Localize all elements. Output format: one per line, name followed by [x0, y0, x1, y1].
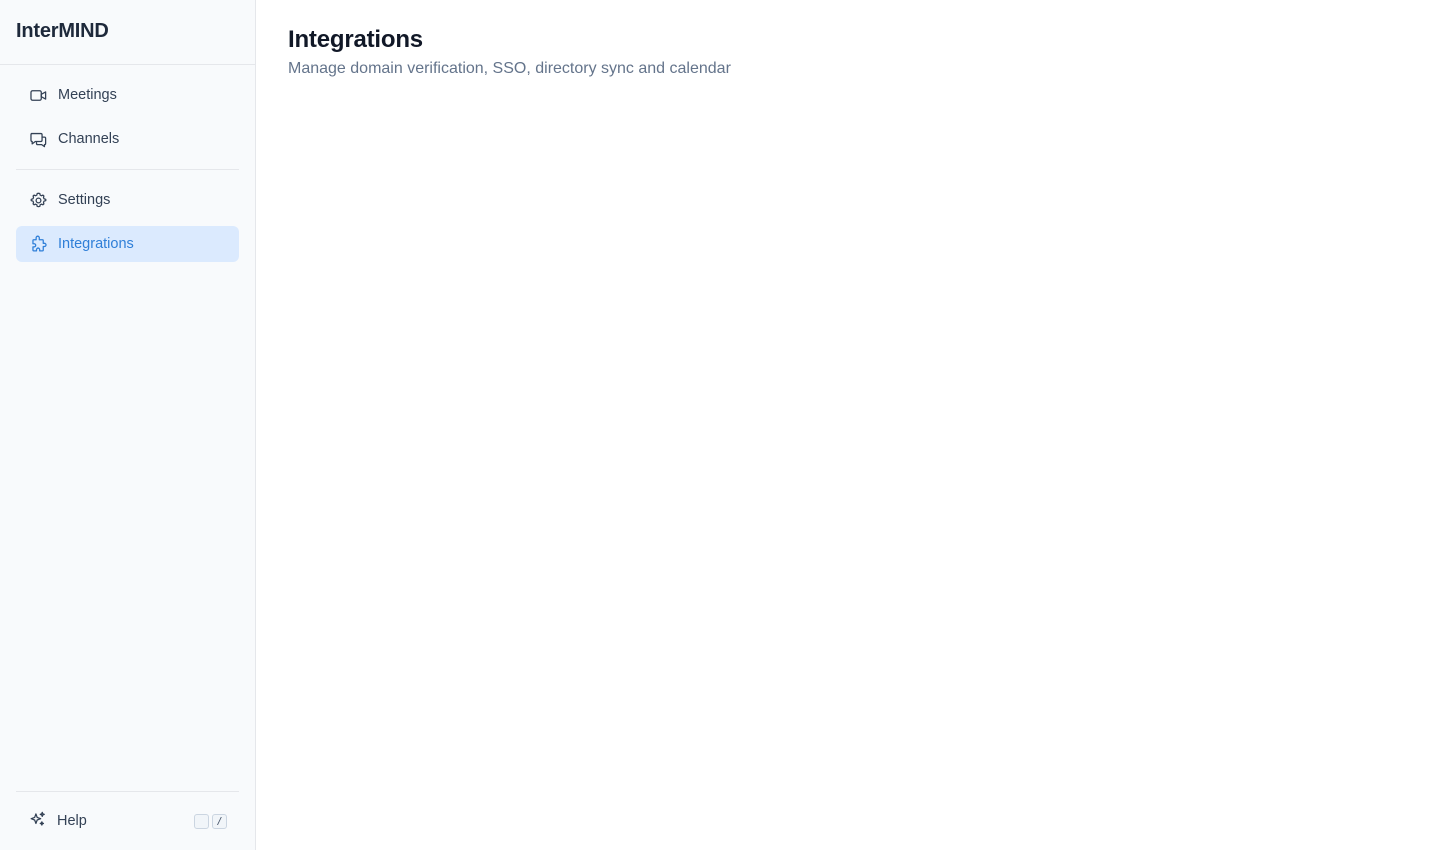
- puzzle-icon: [28, 234, 48, 254]
- nav-divider: [16, 169, 239, 170]
- sidebar-item-integrations[interactable]: Integrations: [16, 226, 239, 262]
- gear-icon: [28, 190, 48, 210]
- video-camera-icon: [28, 85, 48, 105]
- sidebar-item-settings[interactable]: Settings: [16, 182, 239, 218]
- keyboard-shortcut: /: [194, 813, 227, 829]
- chat-bubbles-icon: [28, 129, 48, 149]
- sidebar-item-label: Settings: [58, 192, 111, 208]
- sidebar-item-meetings[interactable]: Meetings: [16, 77, 239, 113]
- app-shell: InterMIND Meetings Channels Settings Int…: [0, 0, 1440, 850]
- shortcut-key-modifier: [194, 813, 209, 829]
- nav-group-primary: Meetings Channels: [16, 77, 239, 157]
- sidebar-item-label: Meetings: [58, 87, 117, 103]
- page-title: Integrations: [288, 26, 423, 53]
- sidebar-item-label: Integrations: [58, 236, 134, 252]
- sidebar-nav: Meetings Channels Settings Integrations: [0, 65, 255, 262]
- nav-group-secondary: Settings Integrations: [16, 182, 239, 262]
- sidebar-footer: Help /: [16, 791, 239, 850]
- page-subtitle: Manage domain verification, SSO, directo…: [288, 60, 731, 77]
- brand-header: InterMIND: [0, 0, 255, 65]
- sidebar-item-channels[interactable]: Channels: [16, 121, 239, 157]
- help-button[interactable]: Help /: [16, 803, 239, 839]
- help-label: Help: [57, 813, 87, 829]
- sidebar-item-label: Channels: [58, 131, 120, 147]
- sparkles-icon: [28, 810, 47, 833]
- main-content: Integrations Manage domain verification,…: [256, 0, 1440, 850]
- sidebar: InterMIND Meetings Channels Settings Int…: [0, 0, 256, 850]
- brand-name[interactable]: InterMIND: [16, 20, 109, 43]
- shortcut-key-slash: /: [212, 813, 227, 829]
